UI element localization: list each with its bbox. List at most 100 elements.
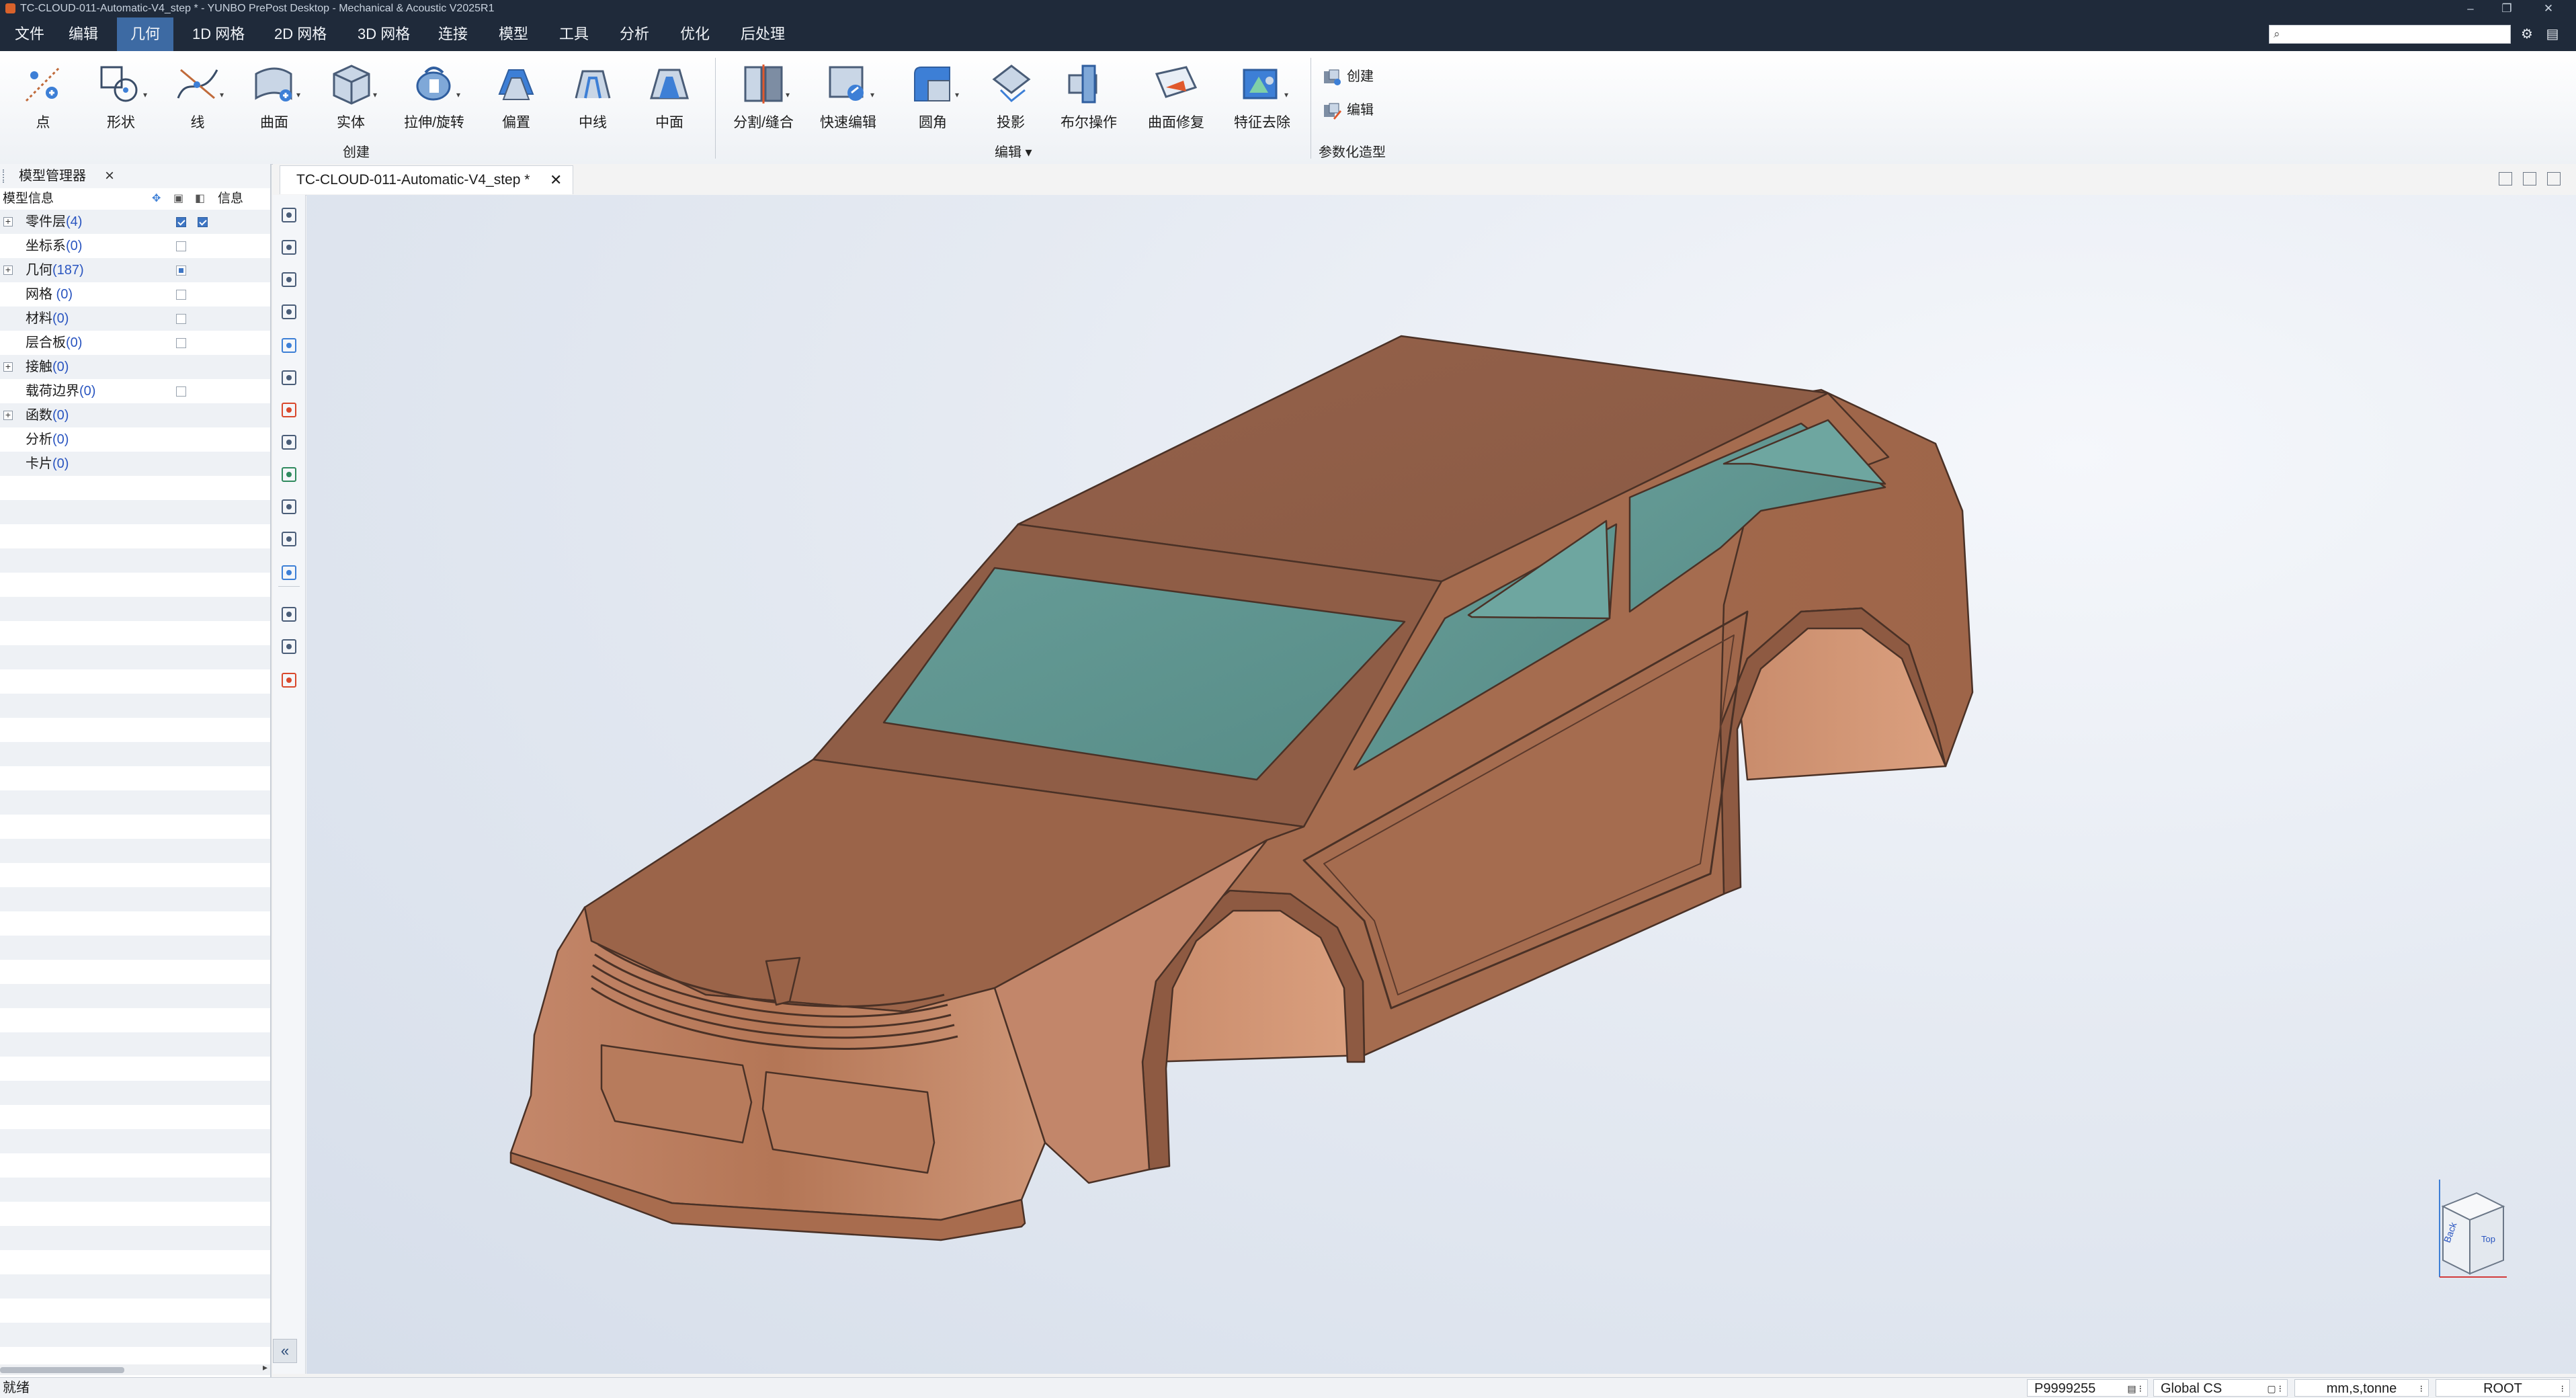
param-edit-button[interactable]: 编辑 bbox=[1323, 98, 1374, 122]
paint-icon[interactable] bbox=[280, 465, 298, 484]
midsurface-button[interactable]: 中面 bbox=[636, 60, 703, 132]
units-menu-icon[interactable]: ⁝ bbox=[2420, 1380, 2423, 1397]
feature-removal-button[interactable]: ▾ 特征去除 bbox=[1229, 60, 1296, 132]
minimize-button[interactable]: – bbox=[2452, 0, 2489, 17]
dropdown-arrow-icon[interactable]: ▾ bbox=[870, 90, 874, 99]
tree-row[interactable]: + 几何(187) bbox=[0, 258, 270, 282]
solid-button[interactable]: ▾ 实体 bbox=[317, 60, 384, 132]
tree-row[interactable]: 卡片(0) bbox=[0, 452, 270, 476]
menu-item-0[interactable]: 文件 bbox=[1, 17, 58, 51]
visibility-checkbox[interactable] bbox=[176, 386, 186, 397]
shape-button[interactable]: ▾ 形状 bbox=[87, 60, 155, 132]
layer-icon[interactable] bbox=[280, 302, 298, 321]
view-cube[interactable]: Back Top bbox=[2439, 1180, 2507, 1278]
menu-item-11[interactable]: 后处理 bbox=[727, 17, 798, 51]
view-front-icon[interactable] bbox=[280, 238, 298, 257]
document-tab[interactable]: TC-CLOUD-011-Automatic-V4_step * ✕ bbox=[280, 165, 574, 194]
section-icon[interactable] bbox=[280, 530, 298, 548]
menu-item-5[interactable]: 3D 网格 bbox=[344, 17, 423, 51]
solid-view-icon[interactable] bbox=[280, 497, 298, 516]
display-col-icon[interactable]: ▣ bbox=[173, 188, 183, 210]
tree-row[interactable]: 坐标系(0) bbox=[0, 234, 270, 258]
menu-item-7[interactable]: 模型 bbox=[485, 17, 542, 51]
visibility-checkbox[interactable] bbox=[176, 265, 186, 276]
help-icon[interactable]: ▤ bbox=[2544, 26, 2561, 42]
visibility-checkbox[interactable] bbox=[176, 290, 186, 300]
part-menu-icon[interactable]: ▤ ⁝ bbox=[2127, 1380, 2142, 1397]
root-menu-icon[interactable]: ⁝ bbox=[2561, 1380, 2564, 1397]
maximize-view-icon[interactable] bbox=[2547, 172, 2561, 186]
root-field[interactable]: ROOT ⁝ bbox=[2436, 1379, 2570, 1397]
menu-item-1[interactable]: 编辑 bbox=[55, 17, 112, 51]
collapse-panel-button[interactable]: « bbox=[273, 1339, 297, 1363]
tree-row[interactable]: 分析(0) bbox=[0, 427, 270, 452]
menu-item-8[interactable]: 工具 bbox=[546, 17, 602, 51]
dropdown-arrow-icon[interactable]: ▾ bbox=[456, 90, 460, 99]
tree-expand-icon[interactable]: + bbox=[3, 362, 13, 372]
fillet-button[interactable]: ▾ 圆角 bbox=[899, 60, 966, 132]
transform-icon[interactable] bbox=[280, 433, 298, 452]
tree-expand-icon[interactable]: + bbox=[3, 216, 13, 227]
visibility-checkbox[interactable] bbox=[176, 241, 186, 251]
panel-horizontal-scrollbar[interactable]: ▸ bbox=[0, 1362, 270, 1375]
surface-button[interactable]: ▾ 曲面 bbox=[241, 60, 308, 132]
surface-repair-button[interactable]: 曲面修复 bbox=[1142, 60, 1210, 132]
split-stitch-button[interactable]: ▾ 分割/缝合 bbox=[730, 60, 797, 132]
tree-row[interactable]: + 接触(0) bbox=[0, 355, 270, 379]
delete-icon[interactable] bbox=[280, 671, 298, 690]
dropdown-arrow-icon[interactable]: ▾ bbox=[143, 90, 147, 99]
close-panel-button[interactable]: × bbox=[105, 164, 114, 188]
tree-row[interactable]: + 零件层(4) bbox=[0, 210, 270, 234]
settings-icon[interactable]: ⚙ bbox=[2519, 26, 2535, 42]
dropdown-arrow-icon[interactable]: ▾ bbox=[296, 90, 300, 99]
measure-icon[interactable] bbox=[280, 605, 298, 624]
visibility-col-icon[interactable]: ✥ bbox=[152, 188, 161, 210]
tree-expand-icon[interactable]: + bbox=[3, 410, 13, 420]
restore-button[interactable]: ❐ bbox=[2489, 0, 2525, 17]
camera-icon[interactable] bbox=[280, 563, 298, 582]
tree-row[interactable]: 材料(0) bbox=[0, 306, 270, 331]
no-entry-icon[interactable] bbox=[280, 401, 298, 419]
dropdown-arrow-icon[interactable]: ▾ bbox=[786, 90, 790, 99]
visibility-checkbox[interactable] bbox=[176, 338, 186, 348]
param-create-button[interactable]: 创建 bbox=[1323, 65, 1374, 89]
search-input[interactable] bbox=[2290, 27, 2507, 43]
quick-edit-button[interactable]: ▾ 快速编辑 bbox=[815, 60, 882, 132]
group-label-edit[interactable]: 编辑 ▾ bbox=[995, 141, 1032, 161]
dropdown-arrow-icon[interactable]: ▾ bbox=[373, 90, 377, 99]
search-box[interactable]: ⌕ bbox=[2269, 25, 2511, 44]
offset-button[interactable]: 偏置 bbox=[483, 60, 550, 132]
copy-icon[interactable] bbox=[280, 368, 298, 387]
tree-row[interactable]: + 函数(0) bbox=[0, 403, 270, 427]
cs-menu-icon[interactable]: ▢ ⁝ bbox=[2267, 1380, 2282, 1397]
tree-expand-icon[interactable]: + bbox=[3, 265, 13, 275]
close-tab-button[interactable]: ✕ bbox=[550, 166, 562, 194]
part-field[interactable]: P9999255 ▤ ⁝ bbox=[2027, 1379, 2148, 1397]
menu-item-10[interactable]: 优化 bbox=[667, 17, 723, 51]
tile-view-icon[interactable] bbox=[2523, 172, 2536, 186]
geometry-select-icon[interactable] bbox=[280, 336, 298, 355]
tree-row[interactable]: 载荷边界(0) bbox=[0, 379, 270, 403]
graphics-viewport[interactable]: Back Top bbox=[306, 195, 2576, 1374]
scrollbar-thumb[interactable] bbox=[0, 1367, 124, 1373]
boolean-button[interactable]: 布尔操作 bbox=[1055, 60, 1122, 132]
visibility-checkbox[interactable] bbox=[198, 217, 208, 227]
menu-item-9[interactable]: 分析 bbox=[606, 17, 663, 51]
dropdown-arrow-icon[interactable]: ▾ bbox=[955, 90, 959, 99]
menu-item-4[interactable]: 2D 网格 bbox=[261, 17, 340, 51]
tree-row[interactable]: 层合板(0) bbox=[0, 331, 270, 355]
visibility-checkbox[interactable] bbox=[176, 314, 186, 324]
midline-button[interactable]: 中线 bbox=[559, 60, 626, 132]
visibility-eye-icon[interactable] bbox=[280, 270, 298, 289]
menu-item-6[interactable]: 连接 bbox=[425, 17, 481, 51]
dropdown-arrow-icon[interactable]: ▾ bbox=[1284, 90, 1288, 99]
line-button[interactable]: ▾ 线 bbox=[164, 60, 231, 132]
select-box-icon[interactable] bbox=[280, 206, 298, 224]
menu-item-3[interactable]: 1D 网格 bbox=[179, 17, 258, 51]
dropdown-arrow-icon[interactable]: ▾ bbox=[220, 90, 224, 99]
coordinate-system-field[interactable]: Global CS ▢ ⁝ bbox=[2153, 1379, 2288, 1397]
tree-row[interactable]: 网格 (0) bbox=[0, 282, 270, 306]
color-col-icon[interactable]: ◧ bbox=[195, 188, 205, 210]
scroll-right-arrow-icon[interactable]: ▸ bbox=[263, 1362, 267, 1373]
project-button[interactable]: 投影 bbox=[977, 60, 1044, 132]
